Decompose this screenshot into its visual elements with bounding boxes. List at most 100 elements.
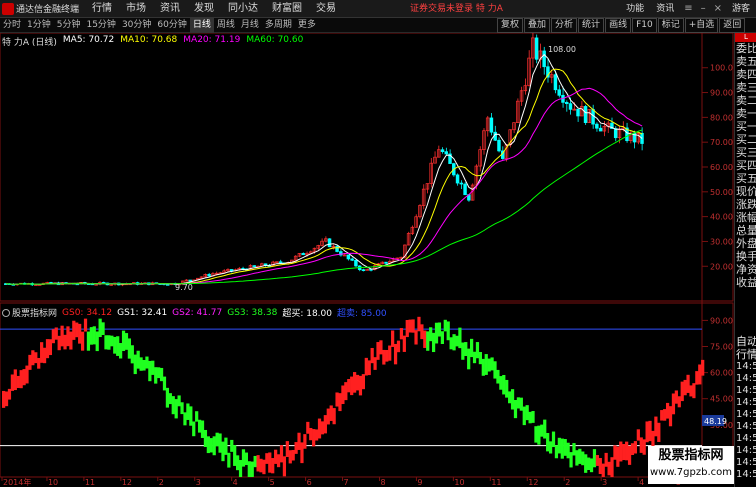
indicator-bar bbox=[256, 455, 260, 472]
indicator-bar bbox=[519, 397, 523, 411]
auto-quote-label[interactable]: 自动 bbox=[735, 335, 756, 348]
period-weekly[interactable]: 周线 bbox=[214, 18, 238, 33]
date-tick-label: 4 bbox=[233, 478, 238, 487]
date-tick-label: 7 bbox=[344, 478, 349, 487]
indicator-tick-label: 75.00 bbox=[710, 343, 733, 352]
menu-assistant[interactable]: 同小达 bbox=[221, 0, 265, 18]
date-tick-label: 9 bbox=[417, 478, 422, 487]
period-30min[interactable]: 30分钟 bbox=[119, 18, 154, 33]
indicator-bar bbox=[475, 342, 480, 359]
menu-trade[interactable]: 交易 bbox=[309, 0, 343, 18]
indicator-bar bbox=[472, 351, 477, 364]
tool-draw-line[interactable]: 画线 bbox=[605, 18, 632, 33]
indicator-bar bbox=[437, 322, 442, 337]
indicator-bar bbox=[195, 411, 199, 422]
indicator-bar bbox=[376, 342, 380, 360]
user-guest[interactable]: 游客 bbox=[726, 0, 756, 18]
indicator-bar bbox=[505, 379, 509, 398]
menu-market[interactable]: 市场 bbox=[119, 0, 153, 18]
ma5-label: MA5: 70.72 bbox=[62, 35, 115, 45]
kline-chart[interactable]: 100.0 90.00 80.00 70.00 60.00 50.00 40.00 30.00… bbox=[0, 33, 734, 487]
tool-analysis[interactable]: 分析 bbox=[551, 18, 578, 33]
tool-add-watchlist[interactable]: +自选 bbox=[684, 18, 719, 33]
period-5min[interactable]: 5分钟 bbox=[54, 18, 84, 33]
quote-field-label: 涨跌 bbox=[736, 198, 756, 211]
indicator-bar bbox=[89, 327, 93, 345]
indicator-bar bbox=[654, 416, 658, 437]
period-60min[interactable]: 60分钟 bbox=[154, 18, 189, 33]
main-pane-frame bbox=[0, 33, 734, 302]
indicator-bar bbox=[458, 327, 462, 349]
quote-field-label: 卖三 bbox=[736, 81, 756, 94]
tool-f10[interactable]: F10 bbox=[632, 18, 657, 33]
candle-body bbox=[350, 258, 354, 261]
indicator-bar bbox=[657, 422, 661, 442]
indicator-bar bbox=[306, 421, 310, 434]
indicator-bar bbox=[665, 402, 670, 419]
indicator-bar bbox=[113, 336, 117, 354]
date-tick-label: 2014年 bbox=[3, 477, 31, 487]
quote-field-label: 委比 bbox=[736, 42, 756, 55]
candle-body bbox=[384, 261, 388, 264]
menu-icon[interactable]: ≡ bbox=[680, 0, 696, 18]
quote-field-list: 委比 卖五 卖四 卖三 卖二 卖一 买一 买二 买三 买四 买五 现价 涨跌 涨幅 总量 外盘 换手 净资 收益 bbox=[735, 42, 756, 289]
app-logo: 通达信金融终端 bbox=[0, 0, 85, 18]
tick-time: 14:50 bbox=[736, 409, 756, 420]
period-15min[interactable]: 15分钟 bbox=[83, 18, 118, 33]
indicator-bar bbox=[7, 388, 12, 400]
date-tick-label: 10 bbox=[48, 478, 58, 487]
indicator-bar bbox=[271, 458, 275, 474]
main-chart-header: 特 力A (日线) MA5: 70.72 MA10: 70.68 MA20: 7… bbox=[2, 35, 303, 48]
period-multi[interactable]: 多周期 bbox=[262, 18, 295, 33]
period-timeshare[interactable]: 分时 bbox=[0, 18, 24, 33]
indicator-bar bbox=[493, 361, 497, 379]
trade-login-alert[interactable]: 证券交易未登录 特 力A bbox=[410, 0, 503, 18]
indicator-bar bbox=[592, 449, 597, 468]
menu-discover[interactable]: 发现 bbox=[187, 0, 221, 18]
price-tick-label: 60.00 bbox=[710, 163, 733, 172]
indicator-bar bbox=[347, 379, 351, 393]
quote-field-label: 外盘 bbox=[736, 237, 756, 250]
indicator-bar bbox=[373, 357, 377, 370]
period-1min[interactable]: 1分钟 bbox=[24, 18, 54, 33]
indicator-bar bbox=[420, 324, 424, 340]
indicator-bar bbox=[116, 336, 120, 356]
indicator-bar bbox=[364, 357, 368, 376]
indicator-bar bbox=[630, 443, 635, 455]
candle-body bbox=[613, 128, 618, 139]
indicator-bar bbox=[642, 439, 646, 455]
menu-function[interactable]: 功能 bbox=[620, 0, 650, 18]
indicator-name[interactable]: 股票指标网 bbox=[2, 306, 57, 319]
indicator-bar bbox=[230, 439, 234, 452]
auto-quote-label[interactable]: 行情 bbox=[735, 348, 756, 361]
menu-quotes[interactable]: 行情 bbox=[85, 0, 119, 18]
period-daily[interactable]: 日线 bbox=[189, 17, 214, 33]
settings-icon[interactable] bbox=[2, 309, 10, 317]
indicator-bar bbox=[98, 318, 102, 338]
indicator-tick-label: 45.00 bbox=[710, 395, 733, 404]
menu-news[interactable]: 资讯 bbox=[153, 0, 187, 18]
close-icon[interactable]: × bbox=[710, 0, 726, 18]
period-monthly[interactable]: 月线 bbox=[238, 18, 262, 33]
indicator-bar bbox=[513, 399, 518, 419]
menu-wealth[interactable]: 财富圈 bbox=[265, 0, 309, 18]
price-axis: 100.0 90.00 80.00 70.00 60.00 50.00 40.00 30.00… bbox=[710, 64, 733, 272]
indicator-bar bbox=[48, 339, 53, 356]
indicator-bar bbox=[253, 455, 257, 468]
indicator-bar bbox=[218, 433, 222, 453]
gs3-label: GS3: 38.38 bbox=[227, 307, 278, 318]
tool-statistics[interactable]: 统计 bbox=[578, 18, 605, 33]
indicator-bar bbox=[25, 365, 29, 384]
menu-info[interactable]: 资讯 bbox=[650, 0, 680, 18]
tool-mark[interactable]: 标记 bbox=[657, 18, 684, 33]
indicator-bar bbox=[639, 437, 643, 453]
indicator-bar bbox=[101, 322, 105, 335]
price-tick-label: 70.00 bbox=[710, 138, 733, 147]
tool-restore-rights[interactable]: 复权 bbox=[497, 18, 524, 33]
period-more[interactable]: 更多 bbox=[295, 18, 319, 33]
minimize-icon[interactable]: – bbox=[697, 0, 710, 18]
tool-back[interactable]: 返回 bbox=[719, 18, 746, 33]
tool-overlay[interactable]: 叠加 bbox=[524, 18, 551, 33]
indicator-bar bbox=[388, 345, 392, 361]
indicator-bar bbox=[241, 449, 246, 467]
